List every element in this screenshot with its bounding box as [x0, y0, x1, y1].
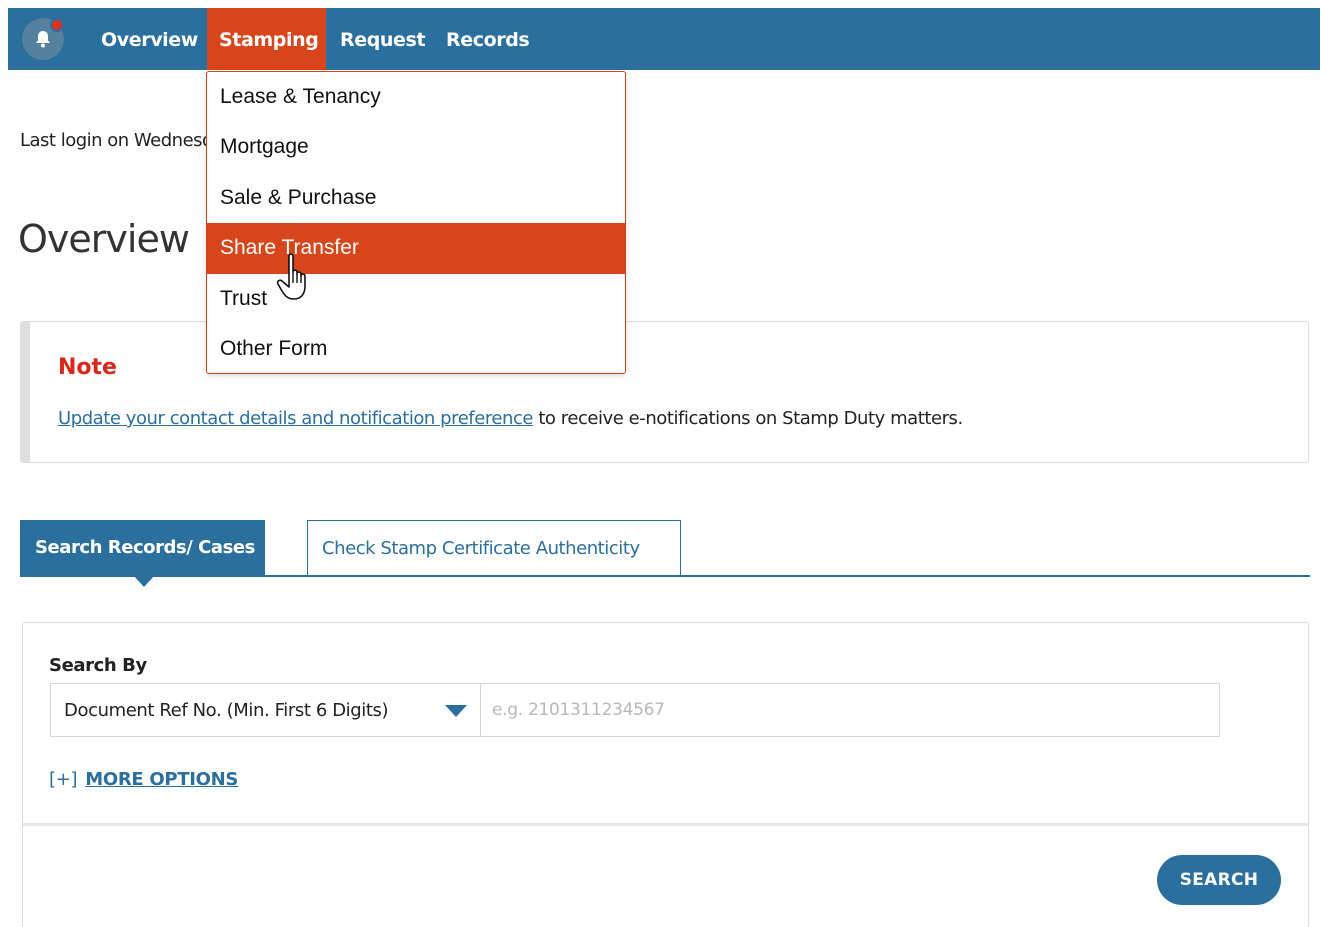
stamping-dropdown-menu: Lease & Tenancy Mortgage Sale & Purchase… — [206, 71, 626, 374]
nav-item-records[interactable]: Records — [436, 8, 539, 70]
nav-item-overview[interactable]: Overview — [91, 8, 208, 70]
notification-dot — [50, 18, 64, 32]
tab-search-records-label: Search Records/ Cases — [35, 537, 255, 558]
panel-divider — [23, 823, 1308, 826]
tab-search-records-cases[interactable]: Search Records/ Cases — [20, 520, 265, 587]
more-options-toggle: [+] MORE OPTIONS — [49, 769, 238, 790]
expand-bracket-icon[interactable]: [+] — [49, 769, 78, 790]
top-nav-bar: Overview Stamping Request Records — [8, 8, 1320, 70]
menu-item-trust[interactable]: Trust — [207, 274, 625, 324]
search-by-select[interactable]: Document Ref No. (Min. First 6 Digits) — [50, 683, 481, 737]
note-rest-text: to receive e-notifications on Stamp Duty… — [533, 408, 963, 429]
search-by-selected-value: Document Ref No. (Min. First 6 Digits) — [64, 700, 389, 721]
notifications-bell-button[interactable] — [22, 18, 64, 60]
menu-item-other-form[interactable]: Other Form — [207, 324, 625, 374]
search-button[interactable]: SEARCH — [1157, 855, 1281, 905]
menu-item-lease-tenancy[interactable]: Lease & Tenancy — [207, 72, 625, 122]
pointer-hand-icon — [276, 253, 306, 300]
tab-check-stamp-certificate[interactable]: Check Stamp Certificate Authenticity — [307, 520, 681, 576]
menu-item-mortgage[interactable]: Mortgage — [207, 122, 625, 172]
search-by-label: Search By — [49, 655, 147, 676]
menu-item-sale-purchase[interactable]: Sale & Purchase — [207, 173, 625, 223]
nav-item-stamping[interactable]: Stamping — [207, 8, 326, 70]
last-login-text: Last login on Wednesday — [20, 130, 206, 151]
dropdown-arrow-icon — [445, 705, 467, 717]
document-ref-input[interactable] — [480, 683, 1220, 737]
search-panel: Search By Document Ref No. (Min. First 6… — [22, 622, 1309, 927]
note-text: Update your contact details and notifica… — [58, 408, 963, 429]
nav-item-request[interactable]: Request — [330, 8, 435, 70]
tabs-underline — [20, 575, 1310, 577]
note-title: Note — [58, 355, 117, 380]
page-title: Overview — [18, 217, 190, 261]
bell-icon — [36, 31, 50, 48]
update-contact-details-link[interactable]: Update your contact details and notifica… — [58, 408, 533, 429]
more-options-link[interactable]: MORE OPTIONS — [85, 769, 238, 790]
menu-item-share-transfer[interactable]: Share Transfer — [207, 223, 625, 274]
